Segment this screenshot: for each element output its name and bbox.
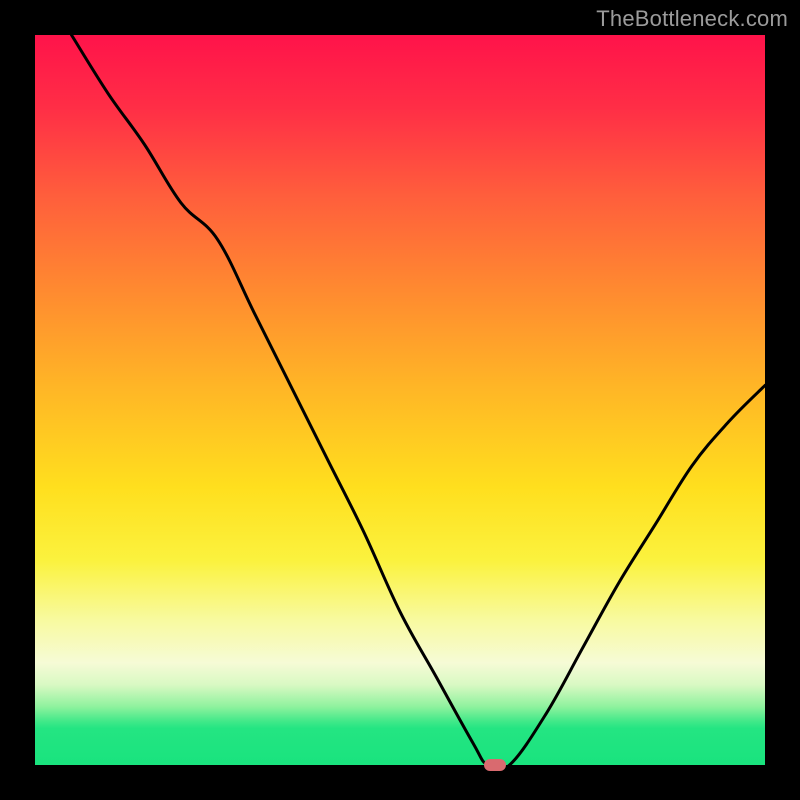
chart-frame: TheBottleneck.com [0, 0, 800, 800]
optimal-marker [484, 759, 506, 771]
plot-area [35, 35, 765, 765]
watermark-text: TheBottleneck.com [596, 6, 788, 32]
bottleneck-curve [35, 35, 765, 765]
